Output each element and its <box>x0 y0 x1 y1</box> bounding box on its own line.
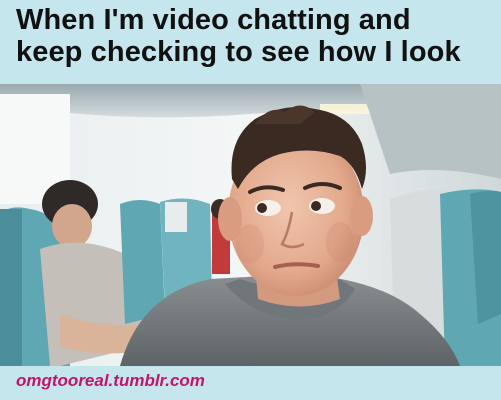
cheek-shadow <box>326 222 354 262</box>
right-pupil <box>311 201 321 211</box>
right-ear <box>351 196 373 236</box>
caption-line-1: When I'm video chatting and <box>16 4 411 36</box>
seat-left-shadow <box>0 209 22 366</box>
airplane-selfie-illustration <box>0 84 501 366</box>
caption-panel: When I'm video chatting and keep checkin… <box>0 0 501 84</box>
watermark-link[interactable]: omgtooreal.tumblr.com <box>16 371 205 391</box>
cheek-shadow <box>236 224 264 264</box>
photo-frame <box>0 84 501 366</box>
passenger-face <box>52 204 92 248</box>
left-pupil <box>257 203 267 213</box>
headrest-cover <box>165 202 187 232</box>
meme-card: When I'm video chatting and keep checkin… <box>0 0 501 400</box>
caption-line-2: keep checking to see how I look <box>16 36 461 68</box>
footer-panel: omgtooreal.tumblr.com <box>0 366 501 400</box>
